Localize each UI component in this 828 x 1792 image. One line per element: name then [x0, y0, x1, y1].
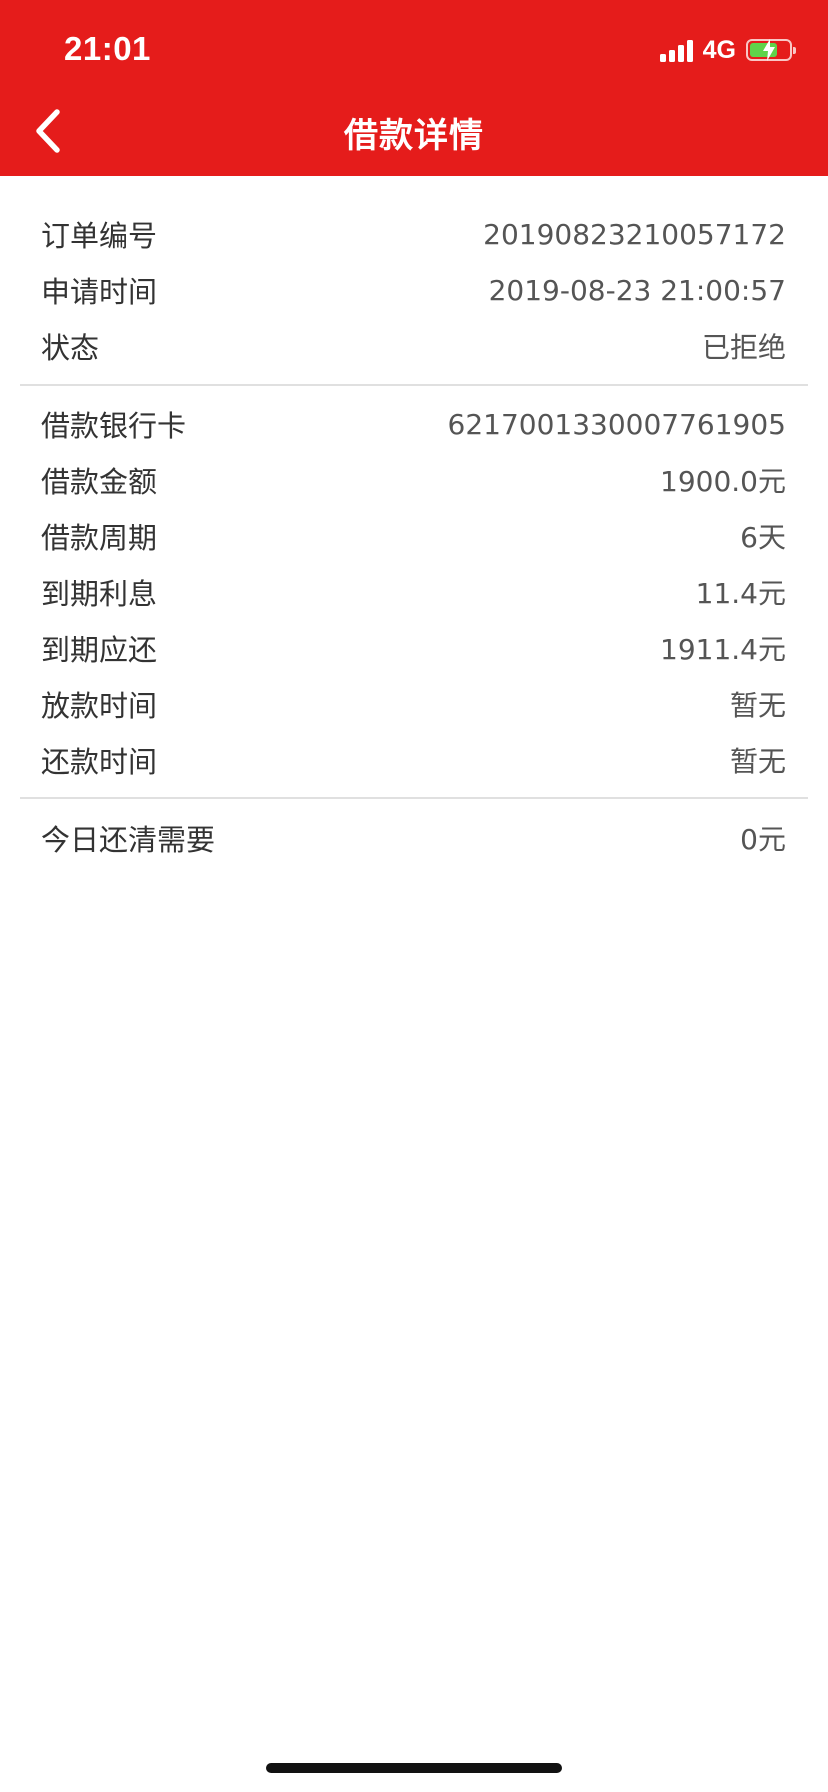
loan-period-label: 借款周期: [41, 521, 158, 555]
loan-info-section: 借款银行卡 6217001330007761905 借款金额 1900.0元 借…: [0, 396, 828, 788]
detail-row-interest: 到期利息 11.4元: [0, 564, 828, 620]
detail-row-today-payoff: 今日还清需要 0元: [0, 810, 828, 866]
app-header: 21:01 4G 借款详情: [0, 0, 828, 176]
bank-card-label: 借款银行卡: [41, 409, 187, 443]
detail-row-status: 状态 已拒绝: [0, 318, 828, 374]
interest-label: 到期利息: [41, 577, 158, 611]
detail-row-loan-period: 借款周期 6天: [0, 508, 828, 564]
due-total-label: 到期应还: [41, 633, 158, 667]
order-number-value: 20190823210057172: [483, 217, 786, 251]
due-total-value: 1911.4元: [660, 633, 786, 666]
repay-time-label: 还款时间: [41, 745, 158, 779]
detail-row-apply-time: 申请时间 2019-08-23 21:00:57: [0, 262, 828, 318]
battery-charging-icon: [746, 39, 796, 61]
status-bar-indicators: 4G: [659, 35, 796, 64]
today-payoff-value: 0元: [740, 823, 786, 856]
section-divider: [20, 797, 808, 799]
disburse-time-value: 暂无: [729, 689, 786, 722]
network-type-label: 4G: [702, 35, 736, 64]
loan-amount-value: 1900.0元: [660, 465, 786, 498]
repay-time-value: 暂无: [729, 745, 786, 778]
today-section: 今日还清需要 0元: [0, 810, 828, 866]
home-indicator[interactable]: [266, 1763, 562, 1773]
apply-time-value: 2019-08-23 21:00:57: [488, 273, 786, 307]
status-value: 已拒绝: [701, 331, 786, 364]
status-label: 状态: [41, 331, 100, 365]
bank-card-value: 6217001330007761905: [447, 407, 786, 441]
page-title: 借款详情: [344, 116, 484, 156]
apply-time-label: 申请时间: [41, 275, 158, 309]
loan-period-value: 6天: [740, 521, 786, 554]
order-number-label: 订单编号: [41, 219, 158, 253]
section-divider: [20, 384, 808, 386]
detail-row-disburse-time: 放款时间 暂无: [0, 676, 828, 732]
today-payoff-label: 今日还清需要: [41, 823, 216, 857]
detail-row-loan-amount: 借款金额 1900.0元: [0, 452, 828, 508]
order-info-section: 订单编号 20190823210057172 申请时间 2019-08-23 2…: [0, 206, 828, 374]
detail-row-bank-card: 借款银行卡 6217001330007761905: [0, 396, 828, 452]
interest-value: 11.4元: [695, 577, 786, 610]
detail-row-order-number: 订单编号 20190823210057172: [0, 206, 828, 262]
detail-row-due-total: 到期应还 1911.4元: [0, 620, 828, 676]
detail-row-repay-time: 还款时间 暂无: [0, 732, 828, 788]
status-bar-time: 21:01: [64, 30, 151, 67]
loan-amount-label: 借款金额: [41, 465, 158, 499]
signal-bars-icon: [659, 38, 693, 62]
disburse-time-label: 放款时间: [41, 689, 158, 723]
